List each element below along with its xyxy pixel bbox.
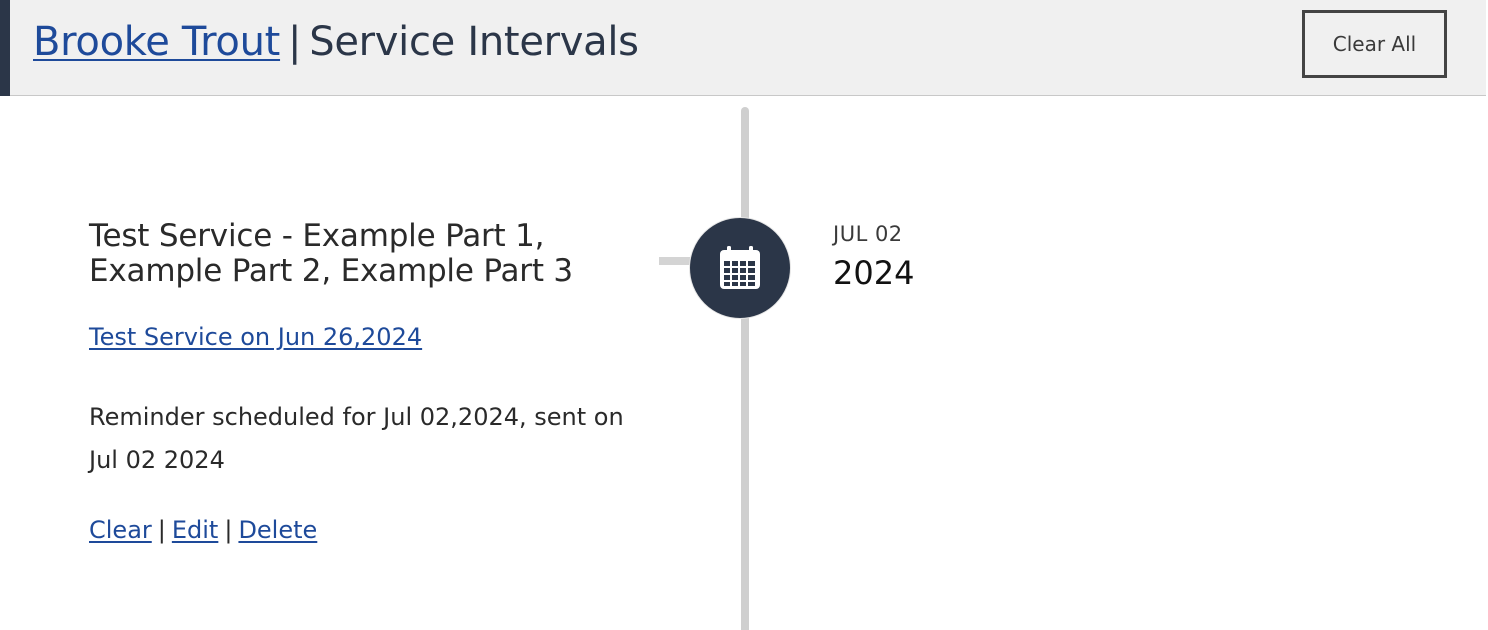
customer-name-link[interactable]: Brooke Trout: [33, 19, 280, 65]
timeline-connector: [659, 257, 693, 265]
service-record-link[interactable]: Test Service on Jun 26,2024: [89, 320, 422, 354]
clear-link[interactable]: Clear: [89, 516, 152, 544]
reminder-status-text: Reminder scheduled for Jul 02,2024, sent…: [89, 403, 624, 474]
entry-date-year: 2024: [833, 254, 915, 292]
calendar-icon: [720, 246, 760, 289]
timeline-line: [741, 107, 749, 630]
entry-actions: Clear | Edit | Delete: [89, 512, 317, 548]
action-separator: |: [224, 516, 233, 544]
service-entry-title: Test Service - Example Part 1, Example P…: [89, 218, 573, 289]
clear-all-button[interactable]: Clear All: [1302, 10, 1447, 78]
service-intervals-page: Brooke Trout | Service Intervals Clear All: [0, 0, 1488, 630]
delete-link[interactable]: Delete: [238, 516, 317, 544]
edit-link[interactable]: Edit: [172, 516, 218, 544]
page-header: Brooke Trout | Service Intervals Clear All: [0, 0, 1486, 96]
timeline-marker: [689, 217, 791, 319]
page-title-text: Service Intervals: [309, 19, 639, 65]
entry-date-month-day: JUL 02: [833, 222, 903, 246]
action-separator: |: [157, 516, 166, 544]
page-title: Brooke Trout | Service Intervals: [33, 16, 639, 68]
header-accent-bar: [0, 0, 10, 96]
title-separator: |: [288, 19, 302, 65]
